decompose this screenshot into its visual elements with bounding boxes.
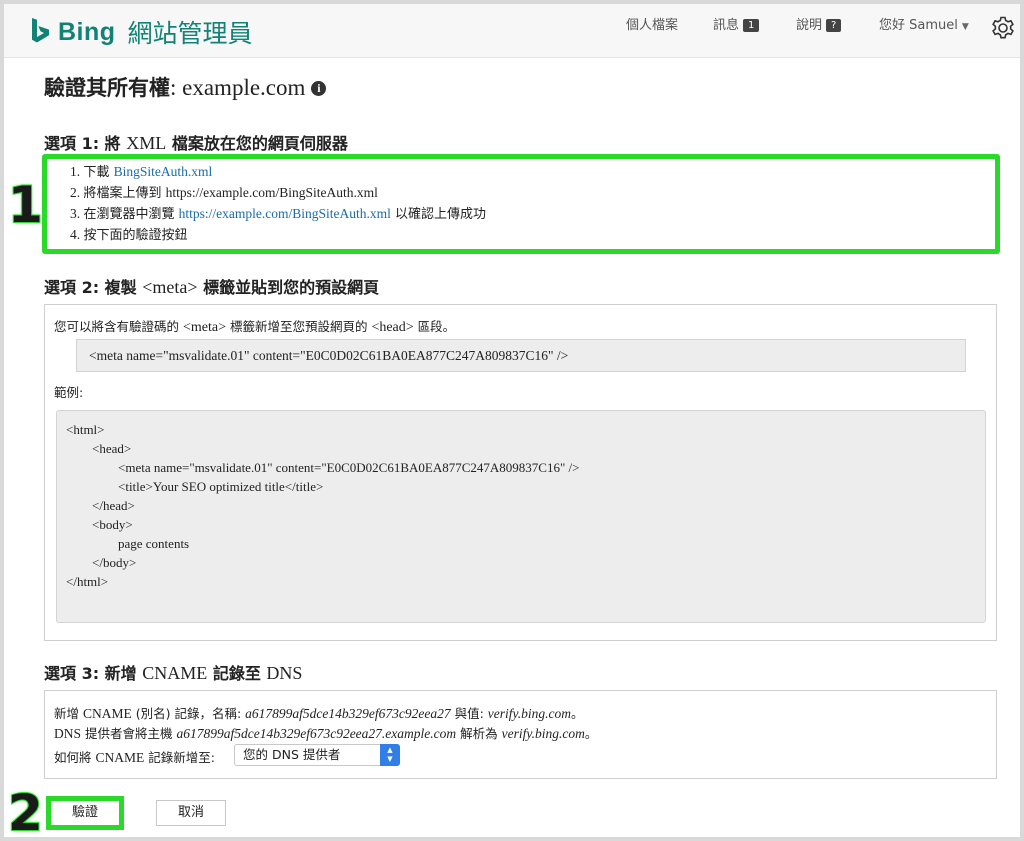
- cname-line1-b: (別名) 記錄，名稱:: [131, 706, 246, 721]
- page-title-text: 驗證其所有權: [44, 76, 170, 100]
- nav-help[interactable]: 說明?: [796, 14, 842, 33]
- code-line: <title>Your SEO optimized title</title>: [118, 479, 324, 494]
- code-line: page contents: [118, 536, 190, 551]
- intro-head-tag: <head>: [371, 320, 414, 335]
- app-window: Bing 網站管理員 個人檔案 訊息 1 說明? 您好 Samuel ▼ 驗證其所有…: [4, 4, 1020, 837]
- bing-logo-icon: [32, 18, 49, 43]
- chevron-down-icon: ▼: [961, 22, 969, 32]
- cname-record-value: verify.bing.com: [487, 706, 571, 721]
- user-menu[interactable]: 您好 Samuel ▼: [879, 14, 969, 33]
- step-text: 下載: [83, 165, 114, 180]
- intro-text-b: 標籤新增至您預設網頁的: [225, 319, 372, 334]
- page-title-domain: : example.com: [170, 75, 306, 100]
- howto-cname: CNAME: [95, 750, 145, 765]
- page-title: 驗證其所有權: example.com i: [44, 72, 327, 102]
- dns-resolve-line: DNS 提供者會將主機 a617899af5dce14b329ef673c92e…: [54, 723, 597, 742]
- bing-webmaster-logo[interactable]: Bing 網站管理員: [30, 14, 253, 50]
- step-text: 按下面的驗證按鈕: [83, 228, 188, 243]
- option3-heading-dns: DNS: [266, 663, 303, 683]
- list-item: 3. 在瀏覽器中瀏覽 https://example.com/BingSiteA…: [70, 204, 486, 225]
- dns-line2-d: 。: [584, 726, 598, 741]
- dns-line2-a: DNS: [54, 726, 82, 741]
- cname-line1-cname: CNAME: [82, 706, 132, 721]
- nav-profile[interactable]: 個人檔案: [626, 14, 678, 33]
- download-xml-link[interactable]: BingSiteAuth.xml: [114, 164, 213, 179]
- help-badge: ?: [826, 19, 842, 32]
- step-text: 在瀏覽器中瀏覽: [83, 207, 179, 222]
- list-item: 4. 按下面的驗證按鈕: [70, 225, 486, 246]
- code-line: <html>: [66, 422, 105, 437]
- option2-heading-prefix: 選項 2: 複製: [44, 278, 143, 297]
- user-greeting: 您好 Samuel: [879, 18, 958, 33]
- intro-meta-tag: <meta>: [182, 320, 226, 335]
- step-tail-text: 以確認上傳成功: [390, 207, 487, 222]
- verify-button[interactable]: 驗證: [46, 796, 124, 830]
- option1-steps-list: 1. 下載 BingSiteAuth.xml 2. 將檔案上傳到 https:/…: [70, 162, 486, 246]
- intro-text-a: 您可以將含有驗證碼的: [54, 319, 183, 334]
- cname-line1-a: 新增: [54, 706, 83, 721]
- dns-provider-select[interactable]: 您的 DNS 提供者 ▲ ▼: [234, 744, 400, 766]
- callout-number-1: 1: [7, 175, 44, 235]
- meta-tag-field[interactable]: <meta name="msvalidate.01" content="E0C0…: [76, 339, 966, 372]
- option3-heading-cname: CNAME: [142, 663, 208, 683]
- step-number: 4.: [70, 227, 81, 242]
- option1-heading-suffix: 檔案放在您的網頁伺服器: [166, 134, 348, 153]
- nav-help-label: 說明: [796, 18, 823, 33]
- nav-messages[interactable]: 訊息 1: [713, 14, 760, 33]
- code-line: </html>: [66, 574, 109, 589]
- list-item: 2. 將檔案上傳到 https://example.com/BingSiteAu…: [70, 183, 486, 204]
- option1-heading-prefix: 選項 1: 將: [44, 134, 127, 153]
- code-line: <meta name="msvalidate.01" content="E0C0…: [118, 460, 580, 475]
- option2-intro: 您可以將含有驗證碼的 <meta> 標籤新增至您預設網頁的 <head> 區段。: [54, 316, 455, 336]
- list-item: 1. 下載 BingSiteAuth.xml: [70, 162, 486, 183]
- step-number: 3.: [70, 206, 81, 221]
- cname-howto-label: 如何將 CNAME 記錄新增至:: [54, 747, 215, 766]
- code-line: <head>: [92, 441, 132, 456]
- info-icon[interactable]: i: [311, 81, 327, 96]
- dns-line2-b: 提供者會將主機: [81, 726, 177, 741]
- intro-text-c: 區段。: [413, 319, 456, 334]
- code-line: </head>: [92, 498, 135, 513]
- option1-heading-xml: XML: [126, 133, 167, 153]
- verify-xml-url-link[interactable]: https://example.com/BingSiteAuth.xml: [179, 206, 391, 221]
- logo-brand-text: Bing: [58, 17, 116, 46]
- example-code-box[interactable]: [56, 410, 986, 623]
- dns-host-name: a617899af5dce14b329ef673c92eea27.example…: [176, 726, 457, 741]
- select-arrows-icon: ▲ ▼: [380, 744, 400, 766]
- cname-record-name: a617899af5dce14b329ef673c92eea27: [245, 706, 451, 721]
- option3-heading-prefix: 選項 3: 新增: [44, 664, 143, 683]
- upload-url-text: https://example.com/BingSiteAuth.xml: [165, 185, 378, 200]
- option2-heading-suffix: 標籤並貼到您的預設網頁: [197, 278, 380, 297]
- cancel-button[interactable]: 取消: [156, 800, 226, 826]
- howto-b: 記錄新增至:: [144, 750, 215, 765]
- step-number: 2.: [70, 185, 81, 200]
- step-number: 1.: [70, 164, 81, 179]
- nav-messages-label: 訊息: [713, 18, 740, 33]
- option3-heading: 選項 3: 新增 CNAME 記錄至 DNS: [44, 660, 302, 684]
- example-label: 範例:: [54, 385, 84, 400]
- option3-heading-mid: 記錄至: [207, 664, 267, 683]
- howto-a: 如何將: [54, 750, 96, 765]
- option2-heading: 選項 2: 複製 <meta> 標籤並貼到您的預設網頁: [44, 274, 379, 298]
- code-line: <body>: [92, 517, 133, 532]
- top-header: Bing 網站管理員 個人檔案 訊息 1 說明? 您好 Samuel ▼: [4, 4, 1020, 58]
- code-line: </body>: [92, 555, 137, 570]
- cname-line1-c: 與值:: [450, 706, 488, 721]
- logo-product-text: 網站管理員: [127, 19, 253, 48]
- dns-resolve-value: verify.bing.com: [501, 726, 585, 741]
- cname-line1-d: 。: [571, 706, 584, 721]
- callout-number-2: 2: [7, 783, 44, 837]
- gear-icon[interactable]: [990, 15, 1016, 41]
- messages-count-badge: 1: [743, 19, 760, 32]
- dns-line2-c: 解析為: [456, 726, 502, 741]
- option2-heading-meta: <meta>: [142, 277, 198, 297]
- step-text: 將檔案上傳到: [83, 186, 166, 201]
- nav-profile-label: 個人檔案: [626, 18, 679, 33]
- dns-provider-select-value: 您的 DNS 提供者: [243, 747, 341, 762]
- option1-heading: 選項 1: 將 XML 檔案放在您的網頁伺服器: [44, 130, 348, 154]
- cname-record-line: 新增 CNAME (別名) 記錄，名稱: a617899af5dce14b329…: [54, 703, 584, 722]
